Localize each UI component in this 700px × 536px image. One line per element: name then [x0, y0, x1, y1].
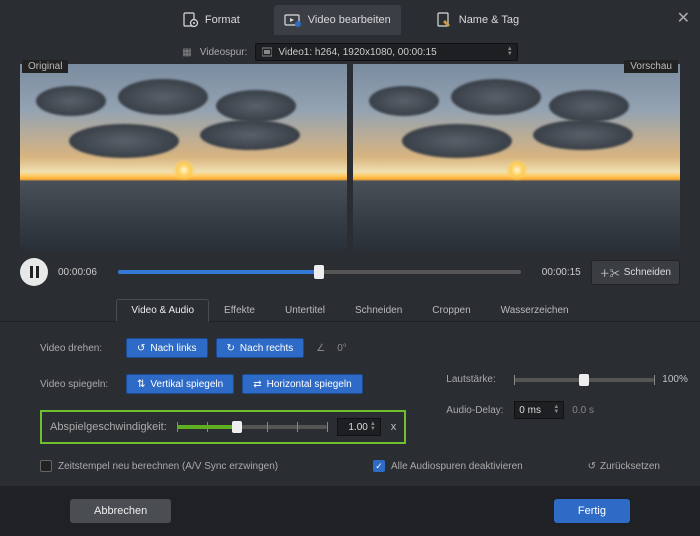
rotate-label: Video drehen:: [40, 343, 118, 354]
speed-label: Abspielgeschwindigkeit:: [50, 421, 167, 433]
video-track-value: Video1: h264, 1920x1080, 00:00:15: [278, 47, 436, 58]
subtab-video-audio[interactable]: Video & Audio: [116, 299, 209, 322]
mirror-horizontal-button[interactable]: ⇄ Horizontal spiegeln: [242, 374, 362, 394]
timeline-slider[interactable]: [118, 270, 521, 274]
disable-audio-label: Alle Audiospuren deaktivieren: [391, 461, 523, 472]
rotate-left-icon: ↺: [137, 343, 145, 354]
volume-handle[interactable]: [579, 374, 589, 386]
speed-input[interactable]: 1.00 ▲▼: [337, 418, 381, 436]
timestamp-checkbox-label: Zeitstempel neu berechnen (A/V Sync erzw…: [58, 461, 278, 472]
name-tag-icon: [435, 11, 453, 29]
rotate-left-button[interactable]: ↺ Nach links: [126, 338, 208, 358]
original-label: Original: [22, 60, 68, 73]
scissors-icon: ＋✂: [600, 265, 620, 280]
tab-format-label: Format: [205, 14, 240, 26]
mirror-vertical-icon: ⇅: [137, 379, 145, 390]
speed-handle[interactable]: [232, 421, 242, 433]
speed-slider[interactable]: [177, 425, 327, 429]
audio-delay-actual: 0.0 s: [572, 405, 594, 416]
audio-delay-input[interactable]: 0 ms ▲▼: [514, 401, 564, 419]
timeline-handle[interactable]: [314, 265, 324, 279]
subtab-cut[interactable]: Schneiden: [340, 299, 417, 321]
tab-video-edit[interactable]: Video bearbeiten: [274, 5, 401, 35]
tab-format[interactable]: Format: [171, 5, 250, 35]
rotate-angle-value: 0°: [337, 343, 347, 354]
subtab-crop[interactable]: Croppen: [417, 299, 485, 321]
cut-button-label: Schneiden: [624, 267, 671, 278]
video-edit-icon: [284, 11, 302, 29]
mirror-vertical-button[interactable]: ⇅ Vertikal spiegeln: [126, 374, 234, 394]
tab-name-tag[interactable]: Name & Tag: [425, 5, 529, 35]
done-button[interactable]: Fertig: [554, 499, 630, 523]
play-pause-button[interactable]: [20, 258, 48, 286]
volume-value: 100%: [662, 374, 688, 385]
angle-icon: ∠: [316, 343, 325, 354]
rotate-right-icon: ↻: [227, 343, 235, 354]
film-icon: ▦: [182, 47, 191, 58]
subtab-subtitles[interactable]: Untertitel: [270, 299, 340, 321]
spinner-icon[interactable]: ▲▼: [370, 422, 376, 432]
timestamp-checkbox[interactable]: [40, 460, 52, 472]
tab-name-tag-label: Name & Tag: [459, 14, 519, 26]
reset-button[interactable]: ↺ Zurücksetzen: [588, 461, 660, 472]
subtab-effects[interactable]: Effekte: [209, 299, 270, 321]
audio-delay-label: Audio-Delay:: [446, 405, 506, 416]
film-strip-icon: [262, 47, 272, 57]
chevron-updown-icon: ▲▼: [507, 47, 513, 57]
video-track-label: Videospur:: [200, 47, 248, 58]
mirror-label: Video spiegeln:: [40, 379, 118, 390]
volume-slider[interactable]: [514, 378, 654, 382]
time-current: 00:00:06: [58, 267, 108, 278]
spinner-icon[interactable]: ▲▼: [553, 405, 559, 415]
close-icon[interactable]: ✕: [677, 8, 690, 28]
speed-suffix: x: [391, 421, 397, 433]
preview-video-pane: [353, 64, 680, 250]
cut-button[interactable]: ＋✂ Schneiden: [591, 260, 680, 285]
cancel-button[interactable]: Abbrechen: [70, 499, 171, 523]
preview-label: Vorschau: [624, 60, 678, 73]
time-total: 00:00:15: [531, 267, 581, 278]
pause-icon: [30, 266, 39, 278]
reset-label: Zurücksetzen: [600, 461, 660, 472]
volume-label: Lautstärke:: [446, 374, 506, 385]
mirror-horizontal-icon: ⇄: [253, 379, 261, 390]
reset-icon: ↺: [588, 461, 596, 472]
video-track-select[interactable]: Video1: h264, 1920x1080, 00:00:15 ▲▼: [255, 43, 517, 61]
subtab-watermark[interactable]: Wasserzeichen: [486, 299, 584, 321]
disable-audio-checkbox[interactable]: [373, 460, 385, 472]
original-video-pane: [20, 64, 347, 250]
rotate-right-button[interactable]: ↻ Nach rechts: [216, 338, 305, 358]
format-icon: [181, 11, 199, 29]
tab-video-edit-label: Video bearbeiten: [308, 14, 391, 26]
